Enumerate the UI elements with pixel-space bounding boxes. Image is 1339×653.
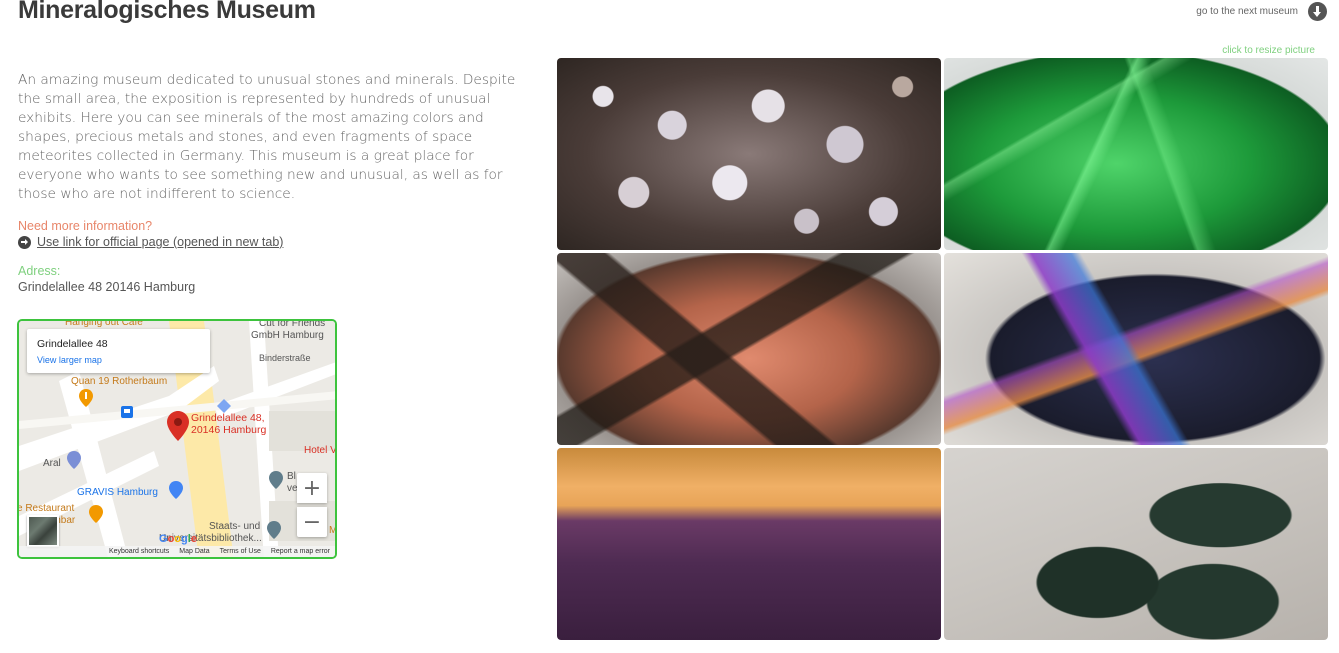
transit-stop-icon bbox=[121, 406, 133, 418]
restaurant-pin-icon bbox=[89, 505, 103, 523]
more-info-label: Need more information? bbox=[18, 219, 153, 233]
page-title: Mineralogisches Museum bbox=[18, 0, 316, 24]
resize-picture-hint[interactable]: click to resize picture bbox=[1222, 45, 1315, 56]
museum-description: An amazing museum dedicated to unusual s… bbox=[18, 72, 516, 202]
map-place-label: Aral bbox=[43, 458, 61, 469]
photo-gallery bbox=[557, 58, 1328, 640]
keyboard-shortcuts-link[interactable]: Keyboard shortcuts bbox=[109, 548, 169, 555]
google-logo: Google bbox=[159, 533, 197, 545]
map-place-label: ve bbox=[287, 483, 298, 494]
pin-label-line2: 20146 Hamburg bbox=[191, 424, 267, 436]
landmark-pin-icon bbox=[269, 471, 283, 489]
view-larger-map-link[interactable]: View larger map bbox=[37, 355, 200, 365]
map-zoom-out-button[interactable]: − bbox=[297, 507, 327, 537]
map-footer: Keyboard shortcuts Map Data Terms of Use… bbox=[19, 546, 335, 557]
adress-label: Adress: bbox=[18, 264, 61, 278]
gas-station-pin-icon bbox=[67, 451, 81, 469]
arrow-right-circle-icon bbox=[18, 235, 31, 249]
mineral-photo-iridescent-quartz[interactable] bbox=[944, 253, 1328, 445]
official-page-link-label[interactable]: Use link for official page (opened in ne… bbox=[37, 235, 283, 249]
map-place-label: Cut for Friends bbox=[259, 319, 326, 329]
map-place-label: GmbH Hamburg bbox=[251, 330, 324, 341]
map-place-label: M bbox=[329, 525, 337, 536]
mineral-photo-chalcedony[interactable] bbox=[557, 58, 941, 250]
map-info-card: Grindelallee 48 View larger map bbox=[27, 329, 210, 373]
mineral-photo-green-crystals[interactable] bbox=[944, 58, 1328, 250]
embedded-map[interactable]: Grindelallee 48 View larger map Hanging … bbox=[17, 319, 337, 559]
map-data-link[interactable]: Map Data bbox=[179, 548, 209, 555]
pin-label-line1: Grindelallee 48, bbox=[191, 412, 265, 424]
map-place-label: Hanging out Cafe bbox=[65, 319, 143, 328]
map-street-label: Binderstraße bbox=[259, 353, 311, 363]
map-zoom-in-button[interactable]: + bbox=[297, 473, 327, 503]
map-place-label: Quan 19 Rotherbaum bbox=[71, 376, 168, 387]
map-card-address: Grindelallee 48 bbox=[37, 338, 108, 350]
location-pin-icon bbox=[167, 411, 189, 441]
restaurant-pin-icon bbox=[79, 389, 93, 407]
satellite-view-toggle[interactable] bbox=[27, 515, 59, 547]
map-place-label: Hotel V bbox=[304, 445, 337, 456]
map-place-label: Bl bbox=[287, 471, 296, 482]
official-page-link[interactable]: Use link for official page (opened in ne… bbox=[18, 235, 283, 249]
map-place-label: e Restaurant bbox=[17, 503, 75, 514]
adress-value: Grindelallee 48 20146 Hamburg bbox=[18, 280, 196, 294]
shopping-pin-icon bbox=[169, 481, 183, 499]
mineral-photo-amethyst-citrine[interactable] bbox=[557, 448, 941, 640]
terms-of-use-link[interactable]: Terms of Use bbox=[220, 548, 261, 555]
next-museum-link[interactable]: go to the next museum bbox=[1196, 2, 1327, 21]
map-place-label: GRAVIS Hamburg bbox=[77, 487, 158, 498]
mineral-photo-dark-green-stone[interactable] bbox=[944, 448, 1328, 640]
map-place-label: Staats- und bbox=[209, 521, 261, 532]
mineral-photo-orange-calcite[interactable] bbox=[557, 253, 941, 445]
library-pin-icon bbox=[267, 521, 281, 539]
arrow-down-circle-icon[interactable] bbox=[1308, 2, 1327, 21]
next-museum-label: go to the next museum bbox=[1196, 6, 1298, 17]
report-map-error-link[interactable]: Report a map error bbox=[271, 548, 330, 555]
